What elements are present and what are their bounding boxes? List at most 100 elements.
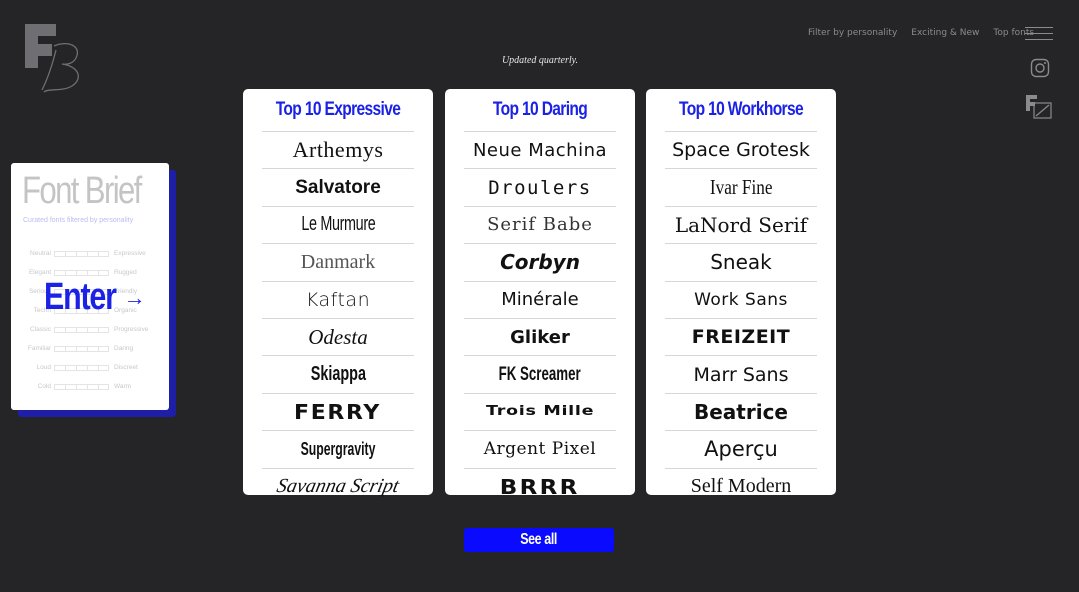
fontbrief-icon[interactable] xyxy=(1025,94,1053,120)
slider-left-label: Neutral xyxy=(30,250,51,257)
font-name: Arthemys xyxy=(292,137,384,163)
enter-button[interactable]: Enter → xyxy=(44,276,146,319)
top-nav: Filter by personality Exciting & New Top… xyxy=(808,28,1034,38)
font-list-item[interactable]: LaNord Serif xyxy=(665,205,817,243)
personality-slider[interactable]: Cold Warm xyxy=(11,382,169,392)
font-name: Supergravity xyxy=(300,438,376,459)
font-name: Argent Pixel xyxy=(483,439,597,460)
preview-subtitle: Curated fonts filtered by personality xyxy=(23,217,134,224)
font-name: Droulers xyxy=(488,176,592,199)
font-name: BRRR xyxy=(500,474,580,499)
font-list-item[interactable]: Ivar Fine xyxy=(665,168,817,205)
font-list-item[interactable]: FREIZEIT xyxy=(665,317,817,355)
font-name: Aperçu xyxy=(704,437,778,462)
slider-track[interactable] xyxy=(54,384,109,390)
font-list-item[interactable]: Supergravity xyxy=(262,430,414,467)
preview-title: Font Brief xyxy=(22,170,142,212)
fontbrief-logo[interactable] xyxy=(22,22,86,94)
font-name: Neue Machina xyxy=(472,139,608,161)
personality-slider[interactable]: Classic Progressive xyxy=(11,325,169,335)
font-name: Beatrice xyxy=(693,399,788,424)
font-list-item[interactable]: Serif Babe xyxy=(464,205,616,243)
slider-left-label: Cold xyxy=(37,383,51,390)
font-list-item[interactable]: Odesta xyxy=(262,317,414,355)
font-list-item[interactable]: Space Grotesk xyxy=(665,131,817,168)
card-workhorse: Top 10 Workhorse Space Grotesk Ivar Fine L… xyxy=(646,89,836,497)
font-name: Trois Mille xyxy=(485,404,595,420)
nav-exciting-link[interactable]: Exciting & New xyxy=(911,28,979,38)
font-name: Gliker xyxy=(510,326,570,348)
font-list-item[interactable]: Gliker xyxy=(464,317,616,355)
font-list-item[interactable]: Sneak xyxy=(665,243,817,280)
personality-slider[interactable]: Familiar Daring xyxy=(11,344,169,354)
preview-card[interactable]: Font Brief Curated fonts filtered by per… xyxy=(11,163,169,410)
slider-right-label: Expressive xyxy=(114,250,146,257)
font-list-item[interactable]: Neue Machina xyxy=(464,131,616,168)
slider-right-label: Warm xyxy=(114,383,132,390)
font-name: Le Murmure xyxy=(300,213,376,236)
slider-right-label: Rugged xyxy=(114,269,137,276)
font-name: Savanna Script xyxy=(274,475,402,498)
font-name: Sneak xyxy=(710,250,772,275)
menu-icon[interactable] xyxy=(1025,27,1053,41)
slider-track[interactable] xyxy=(54,251,109,257)
font-list-item[interactable]: Work Sans xyxy=(665,280,817,318)
card-daring: Top 10 Daring Neue Machina Droulers Serif … xyxy=(445,89,635,499)
slider-left-label: Familiar xyxy=(27,345,51,352)
font-list-item[interactable]: Minérale xyxy=(464,280,616,318)
slider-left-label: Elegant xyxy=(28,269,51,276)
font-name: Serif Babe xyxy=(487,214,593,236)
see-all-button[interactable]: See all xyxy=(464,528,614,552)
font-name: Marr Sans xyxy=(693,363,789,386)
nav-filter-link[interactable]: Filter by personality xyxy=(808,28,897,38)
font-list-item[interactable]: Arthemys xyxy=(262,131,414,168)
personality-slider[interactable]: Neutral Expressive xyxy=(11,249,169,259)
font-name: Danmark xyxy=(300,250,376,273)
font-name: FREIZEIT xyxy=(691,326,791,349)
slider-track[interactable] xyxy=(54,365,109,371)
font-list-item[interactable]: Argent Pixel xyxy=(464,430,616,467)
card-title-workhorse: Top 10 Workhorse xyxy=(679,99,804,120)
arrow-right-icon: → xyxy=(123,284,146,310)
font-list-item[interactable]: Marr Sans xyxy=(665,355,817,392)
font-name: Space Grotesk xyxy=(672,139,810,162)
font-brief-preview[interactable]: Font Brief Curated fonts filtered by per… xyxy=(11,163,176,417)
font-name: LaNord Serif xyxy=(674,212,808,237)
font-name: Minérale xyxy=(501,289,579,311)
font-list-item[interactable]: Skiappa xyxy=(262,355,414,392)
slider-left-label: Loud xyxy=(36,364,51,371)
personality-slider[interactable]: Loud Discreet xyxy=(11,363,169,373)
font-list-item[interactable]: Corbyn xyxy=(464,243,616,280)
font-list-item[interactable]: BRRR xyxy=(464,467,616,505)
slider-right-label: Progressive xyxy=(114,326,149,333)
slider-track[interactable] xyxy=(54,327,109,333)
font-list-item[interactable]: Self Modern xyxy=(665,467,817,505)
font-list-item[interactable]: FERRY xyxy=(262,392,414,430)
font-name: Salvatore xyxy=(295,176,381,198)
slider-left-label: Classic xyxy=(30,326,51,333)
font-list-item[interactable]: Kaftan xyxy=(262,280,414,318)
font-list-item[interactable]: Trois Mille xyxy=(464,392,616,430)
font-name: Skiappa xyxy=(310,363,366,386)
see-all-label: See all xyxy=(520,531,558,548)
font-list-item[interactable]: FK Screamer xyxy=(464,355,616,392)
card-expressive: Top 10 Expressive Arthemys Salvatore Le Mu… xyxy=(243,89,433,497)
slider-right-label: Discreet xyxy=(114,364,138,371)
font-list-item[interactable]: Le Murmure xyxy=(262,205,414,243)
slider-track[interactable] xyxy=(54,346,109,352)
font-name: Self Modern xyxy=(690,475,792,498)
card-title-daring: Top 10 Daring xyxy=(492,99,588,120)
instagram-icon[interactable] xyxy=(1030,58,1050,78)
font-list-item[interactable]: Savanna Script xyxy=(262,467,414,505)
enter-label: Enter xyxy=(44,276,117,318)
font-list-item[interactable]: Droulers xyxy=(464,168,616,205)
slider-right-label: Daring xyxy=(114,345,134,352)
font-name: FERRY xyxy=(294,399,382,424)
font-name: Odesta xyxy=(308,324,368,349)
font-name: Work Sans xyxy=(694,289,788,310)
font-list-item[interactable]: Danmark xyxy=(262,243,414,280)
font-list-item[interactable]: Aperçu xyxy=(665,430,817,467)
font-list-item[interactable]: Beatrice xyxy=(665,392,817,430)
font-name: Ivar Fine xyxy=(709,175,773,200)
font-list-item[interactable]: Salvatore xyxy=(262,168,414,205)
